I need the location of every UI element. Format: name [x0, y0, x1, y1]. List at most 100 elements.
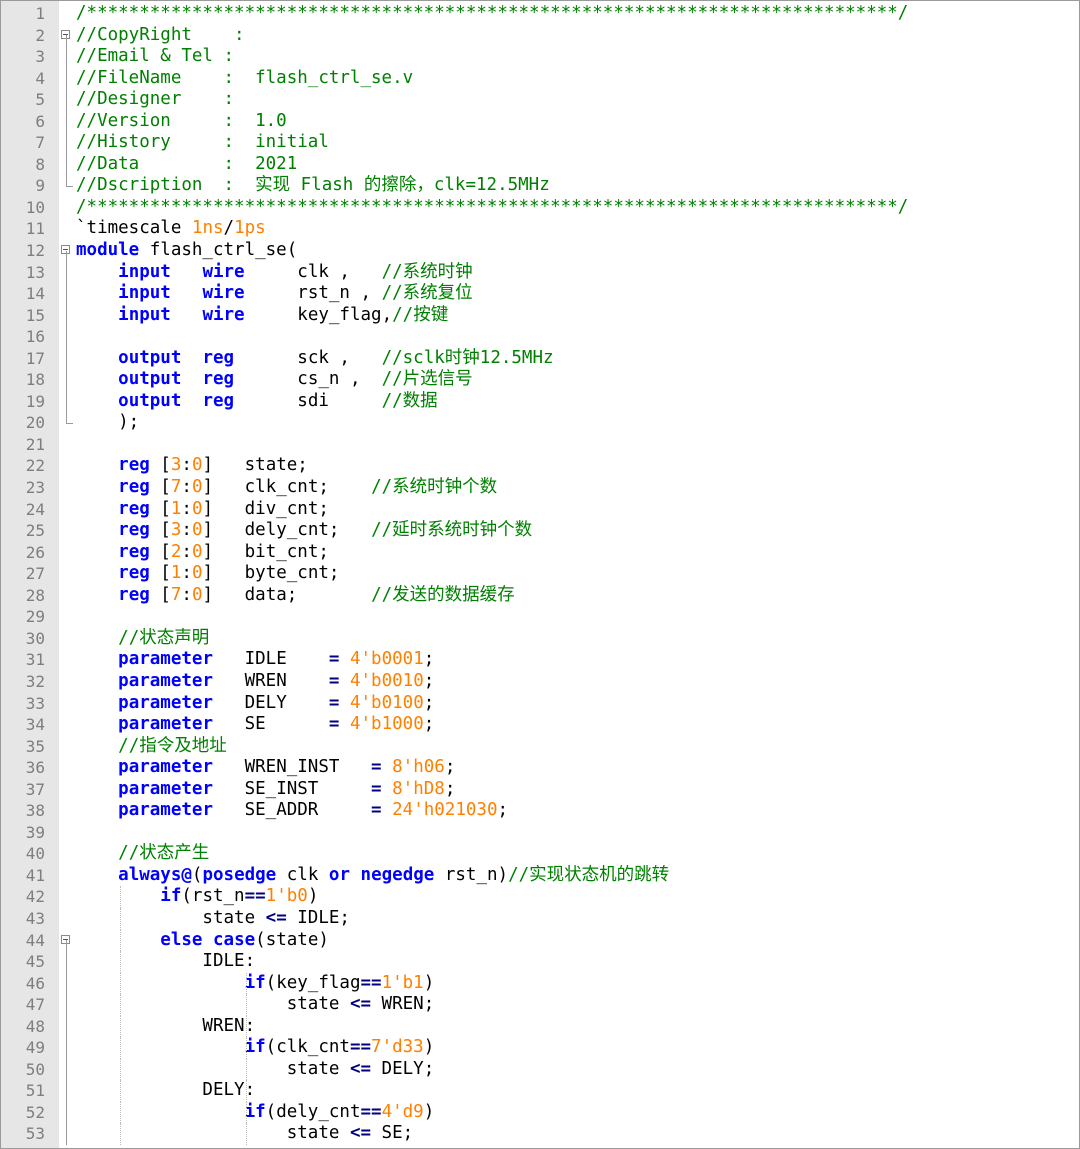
code-line[interactable]: 34 parameter SE = 4'b1000;	[1, 714, 1079, 736]
code-line[interactable]: 43 state <= IDLE;	[1, 907, 1079, 930]
code-line[interactable]: 8 //Data : 2021	[1, 153, 1079, 176]
code-text[interactable]: //History : initial	[76, 132, 329, 154]
code-text[interactable]: state <= SE;	[76, 1123, 413, 1145]
code-line[interactable]: 42 if(rst_n==1'b0)	[1, 886, 1079, 908]
code-line[interactable]: 48 WREN:	[1, 1015, 1079, 1038]
code-text[interactable]: //指令及地址	[76, 736, 227, 758]
code-text[interactable]: parameter SE_INST = 8'hD8;	[76, 779, 455, 801]
code-text[interactable]: state <= WREN;	[76, 994, 435, 1016]
code-text[interactable]: IDLE:	[76, 951, 255, 973]
code-line[interactable]: 28 reg [7:0] data; //发送的数据缓存	[1, 585, 1079, 607]
code-line[interactable]: 17 output reg sck , //sclk时钟12.5MHz	[1, 347, 1079, 370]
code-line[interactable]: 3 //Email & Tel :	[1, 46, 1079, 68]
code-line[interactable]: 16	[1, 326, 1079, 348]
code-text[interactable]: //Version : 1.0	[76, 111, 287, 133]
code-line[interactable]: 30 //状态声明	[1, 628, 1079, 650]
code-line[interactable]: 7 //History : initial	[1, 132, 1079, 154]
code-line[interactable]: 50 state <= DELY;	[1, 1058, 1079, 1081]
code-line[interactable]: 46 if(key_flag==1'b1)	[1, 972, 1079, 995]
code-line[interactable]: 14 input wire rst_n , //系统复位	[1, 283, 1079, 305]
code-text[interactable]: reg [7:0] clk_cnt; //系统时钟个数	[76, 477, 497, 499]
code-line[interactable]: 41 always@(posedge clk or negedge rst_n)…	[1, 865, 1079, 887]
code-text[interactable]: /***************************************…	[76, 197, 908, 219]
code-text[interactable]: reg [3:0] dely_cnt; //延时系统时钟个数	[76, 520, 532, 542]
code-text[interactable]: if(key_flag==1'b1)	[76, 973, 435, 995]
code-text[interactable]: if(clk_cnt==7'd33)	[76, 1037, 435, 1059]
code-text[interactable]: parameter WREN = 4'b0010;	[76, 671, 434, 693]
code-line[interactable]: 2 //CopyRight :	[1, 25, 1079, 47]
code-line[interactable]: 10 /*************************************…	[1, 197, 1079, 219]
code-line[interactable]: 23 reg [7:0] clk_cnt; //系统时钟个数	[1, 477, 1079, 499]
code-line[interactable]: 35 //指令及地址	[1, 736, 1079, 758]
code-line[interactable]: 12 module flash_ctrl_se(	[1, 240, 1079, 262]
code-text[interactable]: reg [1:0] div_cnt;	[76, 499, 329, 521]
code-text[interactable]: if(dely_cnt==4'd9)	[76, 1102, 435, 1124]
code-text[interactable]: //Dscription : 实现 Flash 的擦除，clk=12.5MHz	[76, 175, 550, 197]
code-text[interactable]: /***************************************…	[76, 3, 908, 25]
code-text[interactable]: state <= DELY;	[76, 1059, 435, 1081]
code-line[interactable]: 36 parameter WREN_INST = 8'h06;	[1, 757, 1079, 779]
code-text[interactable]: input wire key_flag,//按键	[76, 305, 448, 327]
code-text[interactable]: module flash_ctrl_se(	[76, 240, 297, 262]
code-line[interactable]: 18 output reg cs_n , //片选信号	[1, 369, 1079, 391]
code-line[interactable]: 26 reg [2:0] bit_cnt;	[1, 542, 1079, 564]
code-line[interactable]: 15 input wire key_flag,//按键	[1, 304, 1079, 327]
code-line[interactable]: 52 if(dely_cnt==4'd9)	[1, 1101, 1079, 1124]
code-line[interactable]: 21	[1, 434, 1079, 456]
code-line[interactable]: 33 parameter DELY = 4'b0100;	[1, 693, 1079, 715]
code-text[interactable]: always@(posedge clk or negedge rst_n)//实…	[76, 865, 669, 887]
code-line[interactable]: 49 if(clk_cnt==7'd33)	[1, 1037, 1079, 1059]
code-text[interactable]: state <= IDLE;	[76, 908, 350, 930]
code-line[interactable]: 38 parameter SE_ADDR = 24'h021030;	[1, 800, 1079, 822]
code-area[interactable]: 1 /**************************************…	[1, 3, 1079, 1145]
code-text[interactable]: parameter SE_ADDR = 24'h021030;	[76, 800, 508, 822]
code-text[interactable]: output reg cs_n , //片选信号	[76, 369, 473, 391]
code-line[interactable]: 22 reg [3:0] state;	[1, 455, 1079, 477]
code-text[interactable]: output reg sck , //sclk时钟12.5MHz	[76, 348, 553, 370]
code-line[interactable]: 47 state <= WREN;	[1, 994, 1079, 1016]
code-text[interactable]: //状态声明	[76, 628, 209, 650]
code-text[interactable]: //Email & Tel :	[76, 46, 234, 68]
code-text[interactable]: parameter SE = 4'b1000;	[76, 714, 434, 736]
code-editor[interactable]: 1 /**************************************…	[0, 0, 1080, 1149]
code-line[interactable]: 51 DELY:	[1, 1080, 1079, 1102]
code-line[interactable]: 44 else case(state)	[1, 929, 1079, 952]
code-line[interactable]: 32 parameter WREN = 4'b0010;	[1, 671, 1079, 693]
code-text[interactable]: if(rst_n==1'b0)	[76, 886, 318, 908]
code-text[interactable]: input wire rst_n , //系统复位	[76, 283, 473, 305]
code-text[interactable]: WREN:	[76, 1016, 255, 1038]
code-text[interactable]: else case(state)	[76, 930, 329, 952]
code-line[interactable]: 29	[1, 606, 1079, 628]
code-line[interactable]: 6 //Version : 1.0	[1, 110, 1079, 133]
code-line[interactable]: 37 parameter SE_INST = 8'hD8;	[1, 779, 1079, 801]
code-text[interactable]: input wire clk , //系统时钟	[76, 262, 473, 284]
code-text[interactable]: reg [1:0] byte_cnt;	[76, 563, 339, 585]
code-text[interactable]: parameter WREN_INST = 8'h06;	[76, 757, 455, 779]
code-text[interactable]: //Designer :	[76, 89, 234, 111]
code-text[interactable]: //FileName : flash_ctrl_se.v	[76, 68, 413, 90]
code-text[interactable]: parameter DELY = 4'b0100;	[76, 693, 434, 715]
code-line[interactable]: 53 state <= SE;	[1, 1123, 1079, 1145]
code-text[interactable]: //状态产生	[76, 843, 209, 865]
code-text[interactable]: //CopyRight :	[76, 25, 245, 47]
code-line[interactable]: 27 reg [1:0] byte_cnt;	[1, 563, 1079, 585]
code-line[interactable]: 11 `timescale 1ns/1ps	[1, 218, 1079, 240]
code-line[interactable]: 31 parameter IDLE = 4'b0001;	[1, 649, 1079, 671]
code-text[interactable]: `timescale 1ns/1ps	[76, 218, 266, 240]
code-text[interactable]: );	[76, 412, 139, 434]
code-line[interactable]: 45 IDLE:	[1, 951, 1079, 973]
code-text[interactable]: DELY:	[76, 1080, 255, 1102]
code-line[interactable]: 40 //状态产生	[1, 843, 1079, 865]
code-text[interactable]: reg [2:0] bit_cnt;	[76, 542, 329, 564]
code-line[interactable]: 24 reg [1:0] div_cnt;	[1, 499, 1079, 521]
code-text[interactable]: //Data : 2021	[76, 154, 297, 176]
code-line[interactable]: 20 );	[1, 412, 1079, 434]
code-text[interactable]: reg [7:0] data; //发送的数据缓存	[76, 585, 514, 607]
code-text[interactable]: reg [3:0] state;	[76, 455, 308, 477]
code-line[interactable]: 1 /**************************************…	[1, 3, 1079, 25]
code-text[interactable]: output reg sdi //数据	[76, 391, 438, 413]
code-line[interactable]: 39	[1, 822, 1079, 844]
code-line[interactable]: 4 //FileName : flash_ctrl_se.v	[1, 67, 1079, 90]
code-line[interactable]: 25 reg [3:0] dely_cnt; //延时系统时钟个数	[1, 520, 1079, 542]
code-line[interactable]: 5 //Designer :	[1, 89, 1079, 111]
